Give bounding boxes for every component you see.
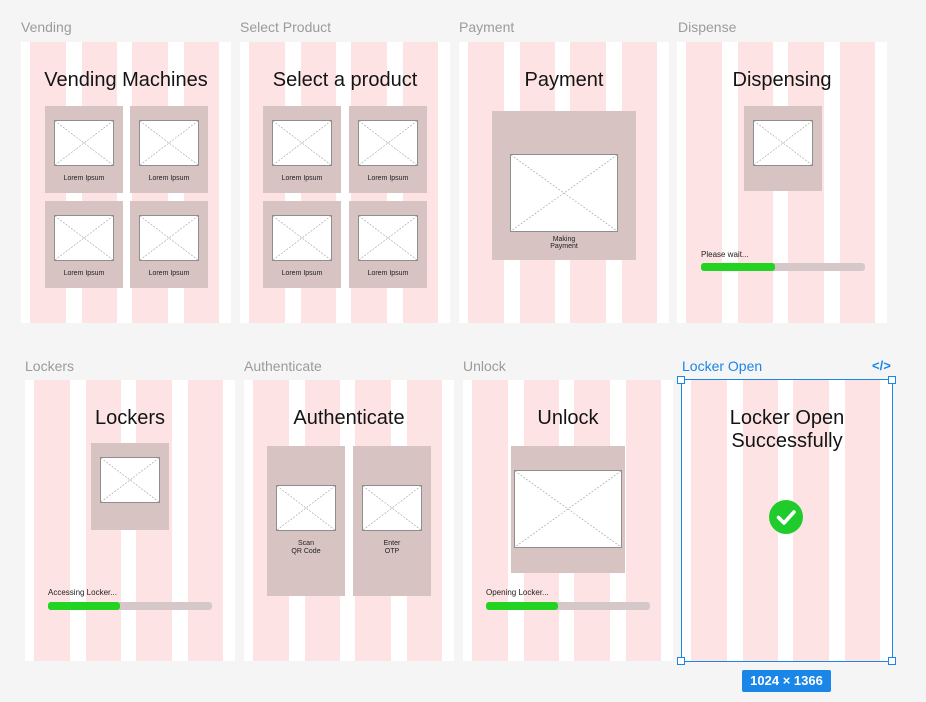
progress-bar [48, 602, 212, 610]
frame-vending[interactable]: Vending Machines Lorem Ipsum Lorem Ipsum… [21, 42, 231, 323]
card-caption: Lorem Ipsum [367, 270, 409, 277]
code-icon[interactable]: </> [872, 359, 891, 373]
progress-label: Accessing Locker... [48, 588, 117, 597]
frame-label-select-product[interactable]: Select Product [240, 19, 331, 35]
frame-label-lockers[interactable]: Lockers [25, 358, 74, 374]
product-card[interactable]: Lorem Ipsum [349, 106, 427, 193]
machine-card[interactable]: Lorem Ipsum [130, 106, 208, 193]
option-caption: Scan [298, 540, 314, 547]
page-title: Lockers [94, 407, 166, 429]
option-caption: QR Code [291, 548, 321, 555]
payment-card[interactable]: Making Payment [492, 111, 636, 260]
card-caption: Lorem Ipsum [367, 175, 409, 182]
frame-lockers[interactable]: Lockers Accessing Locker... [25, 380, 235, 661]
image-placeholder-icon [514, 470, 622, 548]
progress-fill [486, 602, 559, 610]
page-title: Vending Machines [44, 69, 208, 91]
frame-payment[interactable]: Payment Making Payment [459, 42, 669, 323]
progress-bar [701, 263, 865, 271]
frame-label-locker-open[interactable]: Locker Open [682, 358, 762, 374]
frame-label-unlock[interactable]: Unlock [463, 358, 506, 374]
page-title: Payment [524, 69, 604, 91]
resize-handle-top-left[interactable] [677, 376, 685, 384]
frame-label-dispense[interactable]: Dispense [678, 19, 736, 35]
frame-label-payment[interactable]: Payment [459, 19, 514, 35]
option-caption: Enter [383, 540, 401, 547]
machine-card[interactable]: Lorem Ipsum [45, 201, 123, 288]
card-caption: Lorem Ipsum [148, 175, 190, 182]
frame-label-authenticate[interactable]: Authenticate [244, 358, 322, 374]
machine-card[interactable]: Lorem Ipsum [130, 201, 208, 288]
card-caption: Payment [550, 243, 578, 250]
page-title: Authenticate [293, 407, 405, 429]
image-placeholder-icon [54, 215, 114, 261]
image-placeholder-icon [272, 120, 332, 166]
resize-handle-bottom-left[interactable] [677, 657, 685, 665]
image-placeholder-icon [54, 120, 114, 166]
product-card[interactable]: Lorem Ipsum [263, 201, 341, 288]
card-caption: Lorem Ipsum [63, 175, 105, 182]
selection-outline [681, 379, 893, 662]
product-card [744, 106, 822, 191]
progress-fill [48, 602, 121, 610]
card-caption: Lorem Ipsum [148, 270, 190, 277]
image-placeholder-icon [358, 215, 418, 261]
scan-qr-option[interactable]: Scan QR Code [267, 446, 345, 596]
progress-label: Please wait... [701, 250, 749, 259]
image-placeholder-icon [358, 120, 418, 166]
option-caption: OTP [384, 548, 400, 555]
locker-card [91, 443, 169, 530]
image-placeholder-icon [272, 215, 332, 261]
resize-handle-bottom-right[interactable] [888, 657, 896, 665]
enter-otp-option[interactable]: Enter OTP [353, 446, 431, 596]
frame-unlock[interactable]: Unlock Opening Locker... [463, 380, 673, 661]
frame-dispense[interactable]: Dispensing Please wait... [677, 42, 887, 323]
image-placeholder-icon [753, 120, 813, 166]
page-title: Dispensing [732, 69, 832, 91]
card-caption: Lorem Ipsum [281, 175, 323, 182]
image-placeholder-icon [139, 120, 199, 166]
dimensions-badge: 1024 × 1366 [742, 670, 831, 692]
locker-card [511, 446, 625, 573]
card-caption: Lorem Ipsum [281, 270, 323, 277]
image-placeholder-icon [139, 215, 199, 261]
page-title: Select a product [272, 69, 418, 91]
otp-placeholder-icon [362, 485, 422, 531]
frame-authenticate[interactable]: Authenticate Scan QR Code Enter OTP [244, 380, 454, 661]
product-card[interactable]: Lorem Ipsum [349, 201, 427, 288]
machine-card[interactable]: Lorem Ipsum [45, 106, 123, 193]
resize-handle-top-right[interactable] [888, 376, 896, 384]
progress-fill [701, 263, 775, 271]
frame-select-product[interactable]: Select a product Lorem Ipsum Lorem Ipsum… [240, 42, 450, 323]
product-card[interactable]: Lorem Ipsum [263, 106, 341, 193]
qr-placeholder-icon [276, 485, 336, 531]
frame-label-vending[interactable]: Vending [21, 19, 72, 35]
image-placeholder-icon [510, 154, 618, 232]
image-placeholder-icon [100, 457, 160, 503]
card-caption: Lorem Ipsum [63, 270, 105, 277]
page-title: Unlock [537, 407, 599, 429]
progress-label: Opening Locker... [486, 588, 549, 597]
progress-bar [486, 602, 650, 610]
